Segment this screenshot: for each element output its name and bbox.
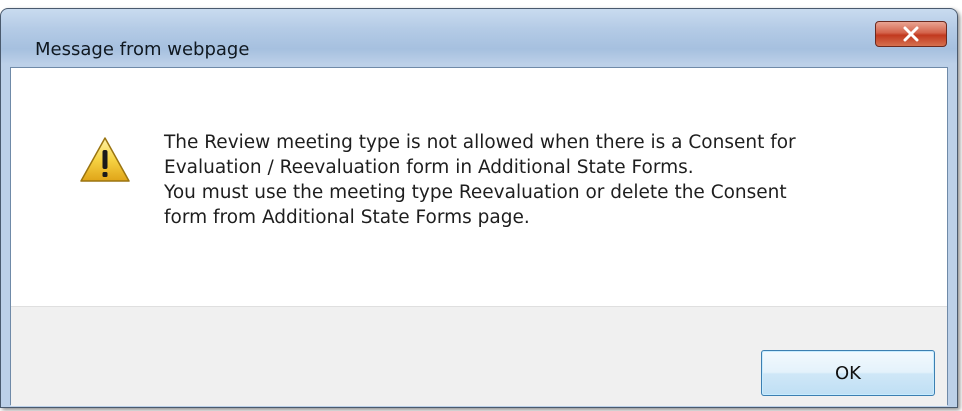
button-bar: OK [11,306,947,406]
title-bar[interactable]: Message from webpage [1,9,957,60]
dialog-title: Message from webpage [35,39,250,60]
message-area: The Review meeting type is not allowed w… [11,68,947,306]
message-line: form from Additional State Forms page. [164,207,530,228]
message-line: You must use the meeting type Reevaluati… [164,182,787,203]
ok-button[interactable]: OK [761,350,935,396]
dialog-window: Message from webpage The Review meeting … [0,8,958,408]
dialog-message: The Review meeting type is not allowed w… [164,130,904,230]
message-line: Evaluation / Reevaluation form in Additi… [164,157,694,178]
message-line: The Review meeting type is not allowed w… [164,132,796,153]
close-button[interactable] [875,21,947,47]
dialog-client-area: The Review meeting type is not allowed w… [10,67,948,406]
warning-icon [80,137,130,182]
close-icon [903,26,919,42]
